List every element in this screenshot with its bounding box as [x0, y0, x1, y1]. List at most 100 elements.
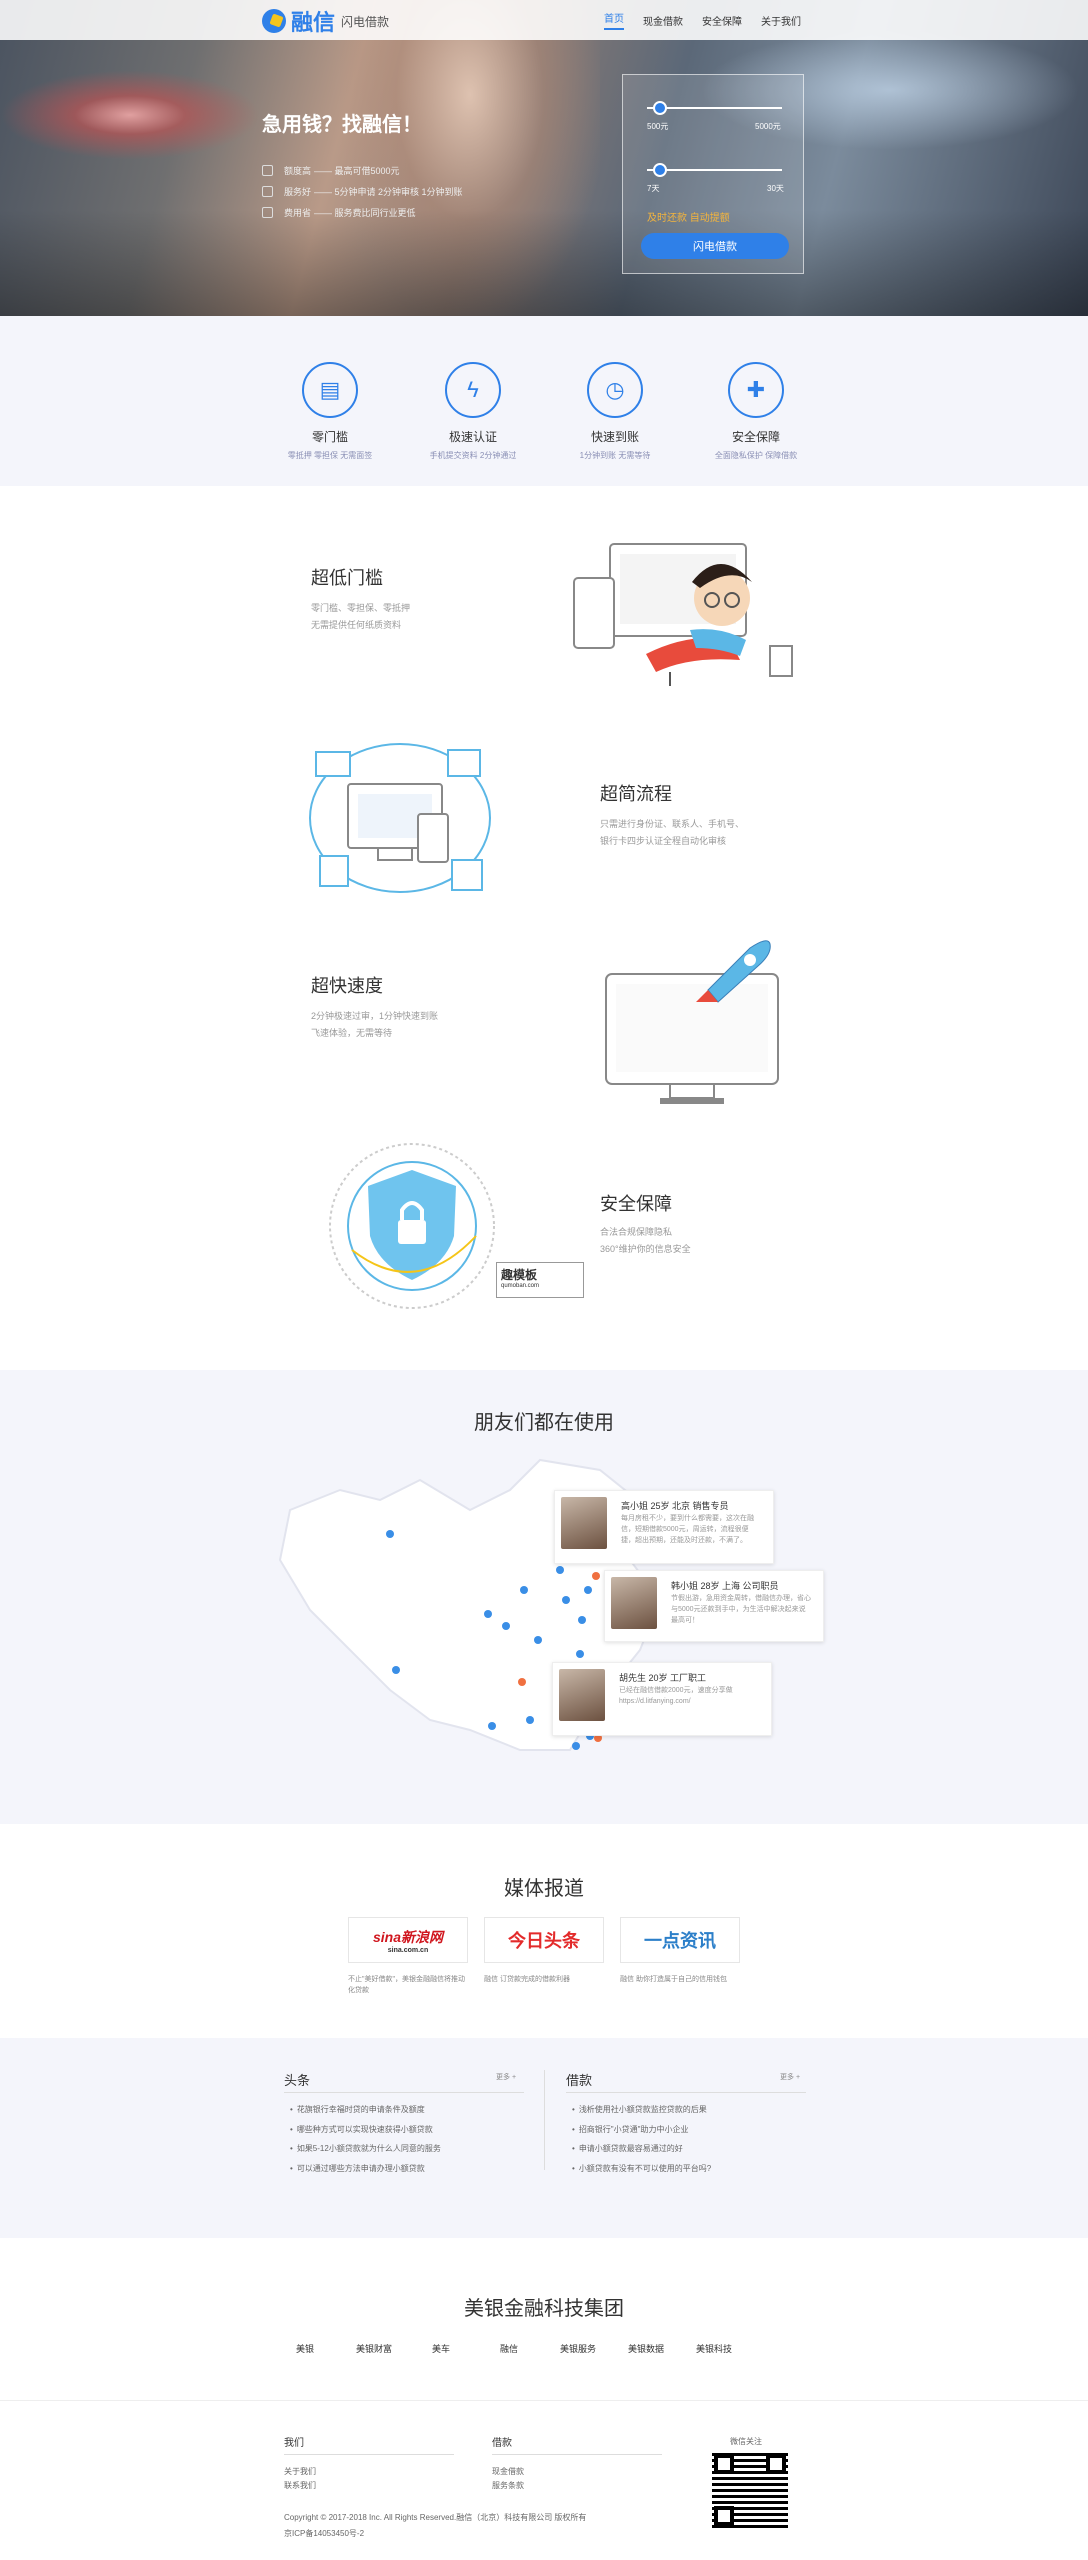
shield-plus-icon: ✚: [728, 362, 784, 418]
media-caption[interactable]: 不止"美好借款"，美银金融融信将推动化贷款: [348, 1974, 468, 1996]
footer-link[interactable]: 服务条款: [492, 2480, 524, 2491]
logo-icon: [262, 9, 286, 33]
section-title: 媒体报道: [504, 1878, 584, 1900]
group-link[interactable]: 美银服务: [560, 2342, 596, 2355]
watermark-logo: 趣模板 qumoban.com: [496, 1262, 584, 1298]
divider: [284, 2092, 524, 2093]
slider-handle[interactable]: [653, 163, 668, 177]
qr-code: [712, 2452, 788, 2528]
divider: [284, 2454, 454, 2455]
group-link[interactable]: 美银数据: [628, 2342, 664, 2355]
news-link[interactable]: 招商银行"小贷通"助力中小企业: [572, 2124, 689, 2135]
news-link[interactable]: 哪些种方式可以实现快速获得小额贷款: [290, 2124, 433, 2135]
news-column-title: 借款: [566, 2073, 593, 2088]
footer-column-title: 我们: [284, 2438, 304, 2449]
features-section: ▤ 零门槛 零抵押 零担保 无需面签 ϟ 极速认证 手机提交资料 2分钟通过 ◷…: [0, 316, 1088, 486]
amount-min: 500元: [647, 122, 669, 131]
news-column-title: 头条: [284, 2073, 311, 2088]
copyright: Copyright © 2017-2018 Inc. All Rights Re…: [284, 2513, 587, 2522]
footer: [0, 2400, 1088, 2560]
nav-cash-loan[interactable]: 现金借款: [643, 13, 683, 28]
block-desc: 只需进行身份证、联系人、手机号、 银行卡四步认证全程自动化审核: [600, 819, 745, 846]
lightning-icon: ϟ: [445, 362, 501, 418]
logo[interactable]: 融信 闪电借款: [262, 8, 390, 35]
more-link[interactable]: 更多 +: [496, 2072, 516, 2082]
days-max: 30天: [767, 184, 784, 193]
benefit-item: 服务好 —— 5分钟申请 2分钟审核 1分钟到账: [262, 181, 463, 202]
hero-title: 急用钱？找融信！: [262, 114, 422, 136]
news-link[interactable]: 小额贷款有没有不可以使用的平台吗?: [572, 2163, 711, 2174]
brand-name: 融信: [291, 10, 336, 35]
more-link[interactable]: 更多 +: [780, 2072, 800, 2082]
group-link[interactable]: 美银财富: [356, 2342, 392, 2355]
section-title: 朋友们都在使用: [474, 1412, 614, 1434]
brand-subtitle: 闪电借款: [341, 14, 390, 29]
process-illustration: [309, 743, 491, 893]
document-icon: ▤: [302, 362, 358, 418]
footer-column-title: 借款: [492, 2438, 512, 2449]
group-link[interactable]: 美车: [432, 2342, 450, 2355]
media-caption[interactable]: 融信 助你打造属于自己的信用钱包: [620, 1974, 740, 1985]
news-link[interactable]: 浅析使用社小额贷款监控贷款的后果: [572, 2104, 707, 2115]
site-header: 融信 闪电借款 首页 现金借款 安全保障 关于我们: [0, 0, 1088, 40]
rocket-monitor-illustration: [605, 940, 779, 1104]
media-logo-toutiao[interactable]: 今日头条: [484, 1917, 604, 1963]
feature-item: ▤ 零门槛 零抵押 零担保 无需面签: [260, 362, 400, 461]
slider-handle[interactable]: [653, 101, 668, 115]
footer-link[interactable]: 关于我们: [284, 2466, 316, 2477]
person-with-devices-illustration: [573, 543, 793, 686]
main-nav: 首页 现金借款 安全保障 关于我们: [604, 0, 820, 40]
loan-calculator: 500元 5000元 7天 30天 及时还款 自动提额 闪电借款: [622, 74, 804, 274]
benefit-item: 额度高 —— 最高可借5000元: [262, 160, 463, 181]
news-link[interactable]: 可以通过哪些方法申请办理小额贷款: [290, 2163, 425, 2174]
avatar: [561, 1497, 607, 1549]
section-title: 美银金融科技集团: [464, 2298, 624, 2320]
nav-about[interactable]: 关于我们: [761, 13, 801, 28]
amount-slider[interactable]: [647, 101, 782, 115]
amount-max: 5000元: [755, 122, 781, 131]
days-slider[interactable]: [647, 163, 782, 177]
testimonial-card: 高小姐 25岁 北京 销售专员 每月房租不少，要到什么都需要，这次在融信，短期借…: [554, 1490, 774, 1564]
block-desc: 2分钟极速过审，1分钟快速到账 飞速体验，无需等待: [311, 1011, 439, 1038]
calculator-note: 及时还款 自动提额: [647, 213, 730, 224]
footer-link[interactable]: 联系我们: [284, 2480, 316, 2491]
icp-number: 京ICP备14053450号-2: [284, 2529, 365, 2538]
news-link[interactable]: 如果5-12小额贷款就为什么人同意的服务: [290, 2143, 441, 2154]
group-link[interactable]: 融信: [500, 2342, 518, 2355]
stopwatch-icon: ◷: [587, 362, 643, 418]
testimonial-card: 胡先生 20岁 工厂职工 已经在融信借款2000元，速度分享做 https://…: [552, 1662, 772, 1736]
news-link[interactable]: 申请小额贷款最容易通过的好: [572, 2143, 683, 2154]
block-title: 超低门槛: [311, 568, 383, 588]
block-desc: 合法合规保障隐私 360°维护你的信息安全: [600, 1227, 691, 1254]
hero-benefits: 额度高 —— 最高可借5000元 服务好 —— 5分钟申请 2分钟审核 1分钟到账 …: [262, 160, 463, 223]
avatar: [559, 1669, 605, 1721]
qr-label: 微信关注: [730, 2437, 762, 2446]
footer-link[interactable]: 现金借款: [492, 2466, 524, 2477]
nav-home[interactable]: 首页: [604, 10, 624, 30]
security-shield-illustration: [329, 1143, 495, 1309]
wallet-icon: [262, 207, 273, 218]
days-min: 7天: [647, 184, 660, 193]
block-desc: 零门槛、零担保、零抵押 无需提供任何纸质资料: [311, 603, 411, 630]
feature-item: ◷ 快速到账 1分钟到账 无需等待: [545, 362, 685, 461]
divider: [544, 2070, 545, 2170]
block-title: 超简流程: [600, 784, 672, 804]
group-link[interactable]: 美银: [296, 2342, 314, 2355]
media-logo-sina[interactable]: sina新浪网 sina.com.cn: [348, 1917, 468, 1963]
divider: [492, 2454, 662, 2455]
hero-banner: 急用钱？找融信！ 额度高 —— 最高可借5000元 服务好 —— 5分钟申请 2分钟…: [0, 0, 1088, 316]
benefit-item: 费用省 —— 服务费比同行业更低: [262, 202, 463, 223]
thumb-icon: [262, 165, 273, 176]
media-logo-yidianzixun[interactable]: 一点资讯: [620, 1917, 740, 1963]
feature-item: ϟ 极速认证 手机提交资料 2分钟通过: [403, 362, 543, 461]
divider: [566, 2092, 806, 2093]
testimonial-card: 韩小姐 28岁 上海 公司职员 节假出游，急用资金周转，借融信办理，省心与500…: [604, 1570, 824, 1642]
block-title: 超快速度: [311, 976, 383, 996]
nav-security[interactable]: 安全保障: [702, 13, 742, 28]
news-link[interactable]: 花旗银行幸福时贷的申请条件及额度: [290, 2104, 425, 2115]
feature-item: ✚ 安全保障 全面隐私保护 保障借款: [686, 362, 826, 461]
media-caption[interactable]: 融信 订贷款完成的借款利器: [484, 1974, 604, 1985]
group-link[interactable]: 美银科技: [696, 2342, 732, 2355]
borrow-now-button[interactable]: 闪电借款: [641, 233, 789, 259]
avatar: [611, 1577, 657, 1629]
